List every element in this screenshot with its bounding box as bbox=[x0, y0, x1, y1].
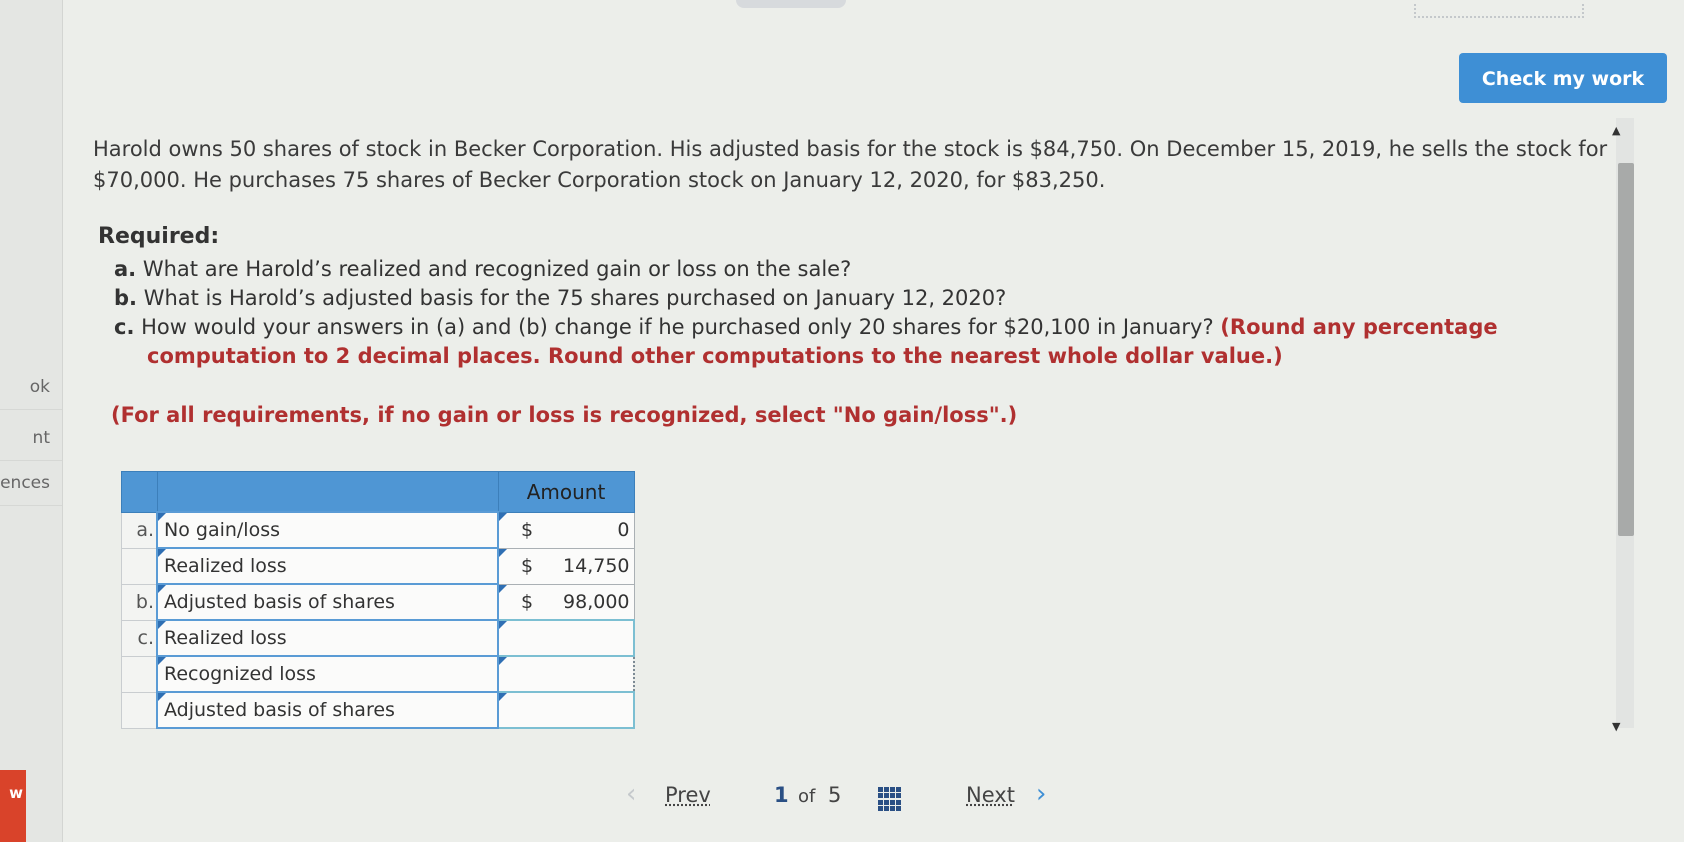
requirements-list: a. What are Harold’s realized and recogn… bbox=[114, 255, 1614, 371]
chevron-right-icon[interactable]: › bbox=[1036, 779, 1046, 809]
scroll-up-icon[interactable]: ▲ bbox=[1612, 124, 1620, 137]
total-pages: 5 bbox=[828, 783, 842, 807]
requirement-a: a. What are Harold’s realized and recogn… bbox=[114, 257, 852, 281]
amount-header: Amount bbox=[497, 471, 635, 513]
scroll-down-icon[interactable]: ▼ bbox=[1612, 720, 1620, 733]
prev-link[interactable]: Prev bbox=[665, 783, 711, 807]
current-page: 1 bbox=[774, 783, 789, 807]
sidebar-item-ebook[interactable]: ok bbox=[0, 365, 62, 410]
amount-input[interactable] bbox=[497, 691, 635, 729]
top-tab bbox=[736, 0, 846, 8]
rounding-instruction: computation to 2 decimal places. Round o… bbox=[147, 344, 1283, 368]
amount-input[interactable] bbox=[497, 655, 635, 693]
requirement-b: b. What is Harold’s adjusted basis for t… bbox=[114, 286, 1007, 310]
table-row: Realized loss $14,750 bbox=[121, 547, 635, 585]
answer-select[interactable]: Realized loss bbox=[156, 547, 499, 585]
table-row: b. Adjusted basis of shares $98,000 bbox=[121, 583, 635, 621]
required-title: Required: bbox=[98, 224, 220, 249]
left-sidebar: ok nt ences w bbox=[0, 0, 63, 842]
next-link[interactable]: Next bbox=[966, 783, 1015, 807]
chevron-left-icon[interactable]: ‹ bbox=[626, 779, 636, 809]
top-dotted-control[interactable] bbox=[1414, 4, 1584, 18]
amount-input[interactable]: $0 bbox=[497, 511, 635, 549]
table-row: Adjusted basis of shares bbox=[121, 691, 635, 729]
requirement-c: c. How would your answers in (a) and (b)… bbox=[114, 315, 1498, 339]
answer-select[interactable]: Adjusted basis of shares bbox=[156, 691, 499, 729]
brand-badge: w bbox=[0, 770, 26, 842]
scrollbar-thumb[interactable] bbox=[1618, 163, 1634, 536]
sidebar-item-print[interactable]: nt bbox=[0, 416, 62, 461]
answer-select[interactable]: Recognized loss bbox=[156, 655, 499, 693]
question-text: Harold owns 50 shares of stock in Becker… bbox=[93, 137, 1608, 192]
sidebar-item-references[interactable]: ences bbox=[0, 461, 62, 506]
table-row: Recognized loss bbox=[121, 655, 635, 693]
page-of-label: of bbox=[798, 786, 816, 807]
answer-select[interactable]: No gain/loss bbox=[156, 511, 499, 549]
amount-input[interactable]: $14,750 bbox=[497, 547, 635, 585]
answer-select[interactable]: Adjusted basis of shares bbox=[156, 583, 499, 621]
table-row: a. No gain/loss $0 bbox=[121, 511, 635, 549]
table-header-row: Amount bbox=[121, 471, 635, 513]
grid-icon[interactable] bbox=[878, 787, 902, 811]
amount-input[interactable] bbox=[497, 619, 635, 657]
amount-input[interactable]: $98,000 bbox=[497, 583, 635, 621]
all-requirements-note: (For all requirements, if no gain or los… bbox=[111, 403, 1018, 427]
check-my-work-button[interactable]: Check my work bbox=[1459, 53, 1667, 103]
answer-select[interactable]: Realized loss bbox=[156, 619, 499, 657]
answer-table: Amount a. No gain/loss $0 Realized loss … bbox=[121, 471, 635, 729]
table-row: c. Realized loss bbox=[121, 619, 635, 657]
